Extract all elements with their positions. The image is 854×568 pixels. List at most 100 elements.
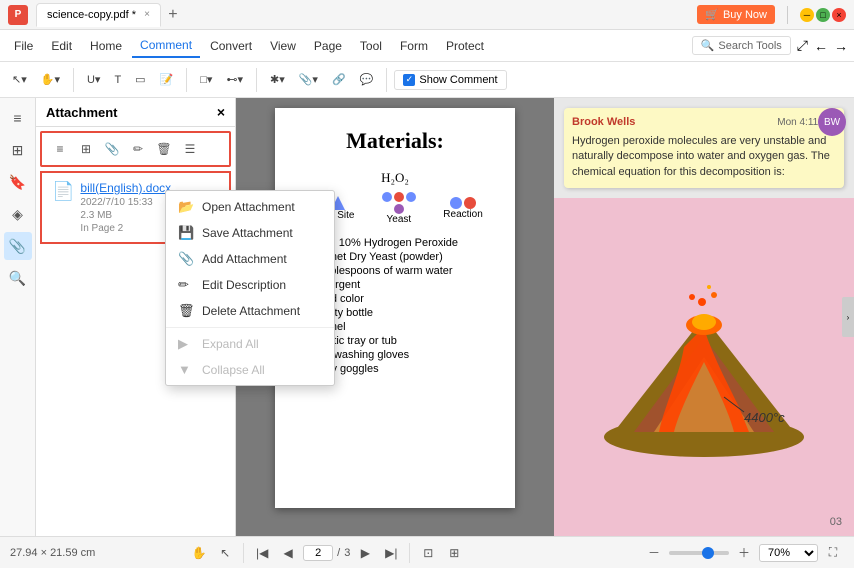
prev-page-btn[interactable]: ◀ (277, 542, 299, 564)
active-tab[interactable]: science-copy.pdf * × (36, 3, 161, 27)
ctx-open-attachment[interactable]: 📂 Open Attachment (166, 194, 334, 220)
zoom-controls: － ＋ 70% 50% 75% 100% 125% 150% ⛶ (643, 542, 844, 564)
reaction-c2 (464, 197, 476, 209)
menu-home[interactable]: Home (82, 35, 130, 57)
attachment-date: 2022/7/10 15:33 (80, 197, 171, 208)
window-controls: ─ □ × (800, 8, 846, 22)
panel-title: Attachment (46, 105, 118, 120)
ctx-edit-description[interactable]: ✏ Edit Description (166, 272, 334, 298)
page-separator: / (337, 547, 340, 559)
main-area: ≡ ⊞ 🔖 ◈ 📎 🔍 Attachment × ≡ ⊞ 📎 ✏ 🗑 ☰ 📄 b… (0, 98, 854, 536)
menu-form[interactable]: Form (392, 35, 436, 57)
particle3 (689, 294, 695, 300)
menu-file[interactable]: File (6, 35, 41, 57)
nav-controls: ✋ ↖ |◀ ◀ 2 / 3 ▶ ▶| ⊡ ⊞ (188, 542, 465, 564)
menu-tool[interactable]: Tool (352, 35, 390, 57)
panel-tool-add[interactable]: ⊞ (74, 137, 98, 161)
toolbar-group-shapes: □▾ ⊷▾ (194, 69, 249, 90)
reaction-shapes (443, 197, 482, 209)
panel-tool-edit[interactable]: ✏ (126, 137, 150, 161)
show-comment-checkbox[interactable]: ✓ (403, 74, 415, 86)
zoom-in-btn[interactable]: ＋ (733, 542, 755, 564)
comment-icon-btn[interactable]: 💬 (354, 69, 380, 90)
nav-divider2 (409, 543, 410, 563)
yeast-label: Yeast (379, 214, 419, 225)
cursor-btn[interactable]: ↖▾ (6, 69, 33, 90)
search-tools[interactable]: 🔍 Search Tools (692, 36, 791, 55)
hand-btn[interactable]: ✋▾ (35, 69, 66, 90)
particle4 (707, 285, 711, 289)
first-page-btn[interactable]: |◀ (251, 542, 273, 564)
zoom-thumb[interactable] (702, 547, 714, 559)
fullscreen-btn[interactable]: ⛶ (822, 542, 844, 564)
zoom-slider[interactable] (669, 551, 729, 555)
buy-now-button[interactable]: 🛒 Buy Now (697, 5, 775, 24)
callout-btn[interactable]: 📝 (154, 69, 180, 90)
panel-close-btn[interactable]: × (217, 104, 225, 120)
menu-convert[interactable]: Convert (202, 35, 260, 57)
sidebar-item-search[interactable]: 🔍 (4, 264, 32, 292)
menu-view[interactable]: View (262, 35, 304, 57)
app-logo: P (8, 5, 28, 25)
search-tools-label: Search Tools (718, 40, 781, 52)
show-comment-button[interactable]: ✓ Show Comment (394, 70, 506, 90)
panel-tool-more[interactable]: ☰ (178, 137, 202, 161)
titlebar-separator (787, 6, 788, 24)
tab-list: science-copy.pdf * × + (36, 3, 697, 27)
sidebar-item-attachment[interactable]: 📎 (4, 232, 32, 260)
link-btn[interactable]: 🔗 (326, 69, 352, 90)
ctx-delete-attachment[interactable]: 🗑 Delete Attachment (166, 298, 334, 324)
expand-icon[interactable]: ⤢ (797, 37, 808, 54)
next-page-btn[interactable]: ▶ (354, 542, 376, 564)
fit-width-btn[interactable]: ⊞ (443, 542, 465, 564)
add-attachment-icon: 📎 (178, 251, 194, 267)
underline-btn[interactable]: U▾ (81, 69, 106, 90)
hand-tool-btn[interactable]: ✋ (188, 542, 210, 564)
panel-toolbar: ≡ ⊞ 📎 ✏ 🗑 ☰ (40, 131, 231, 167)
forward-icon[interactable]: → (834, 38, 848, 54)
yeast-c4 (394, 204, 404, 214)
attachment-btn[interactable]: 📎▾ (293, 69, 324, 90)
page-input[interactable]: 2 (303, 545, 333, 561)
page-number: 03 (830, 516, 842, 528)
toolbar: ↖▾ ✋▾ U▾ T ▭ 📝 □▾ ⊷▾ ✱▾ 📎▾ 🔗 💬 ✓ Show Co… (0, 62, 854, 98)
back-icon[interactable]: ← (814, 38, 828, 54)
text-btn[interactable]: T (108, 70, 127, 90)
fit-page-btn[interactable]: ⊡ (417, 542, 439, 564)
new-tab-btn[interactable]: + (163, 5, 183, 25)
menu-comment[interactable]: Comment (132, 34, 200, 58)
panel-tool-attach[interactable]: 📎 (100, 137, 124, 161)
titlebar-right: 🛒 Buy Now ─ □ × (697, 5, 846, 24)
menu-protect[interactable]: Protect (438, 35, 492, 57)
shapes-btn[interactable]: □▾ (194, 69, 218, 90)
sidebar-item-comment[interactable]: ◈ (4, 200, 32, 228)
maximize-button[interactable]: □ (816, 8, 830, 22)
ctx-expand-all: ▶ Expand All (166, 331, 334, 357)
cursor-select-btn[interactable]: ↖ (214, 542, 236, 564)
attachment-page: In Page 2 (80, 223, 171, 234)
minimize-button[interactable]: ─ (800, 8, 814, 22)
particle1 (698, 298, 706, 306)
yeast-section: Yeast (379, 192, 419, 225)
ctx-save-attachment[interactable]: 💾 Save Attachment (166, 220, 334, 246)
zoom-out-btn[interactable]: － (643, 542, 665, 564)
tab-close-btn[interactable]: × (144, 9, 150, 20)
menu-page[interactable]: Page (306, 35, 350, 57)
panel-tool-list[interactable]: ≡ (48, 137, 72, 161)
measure-btn[interactable]: ⊷▾ (220, 69, 249, 90)
panel-handle[interactable]: › (842, 297, 854, 337)
zoom-select[interactable]: 70% 50% 75% 100% 125% 150% (759, 544, 818, 562)
yeast-c3 (406, 192, 416, 202)
sidebar-item-menu[interactable]: ≡ (4, 104, 32, 132)
sidebar-item-bookmark[interactable]: 🔖 (4, 168, 32, 196)
last-page-btn[interactable]: ▶| (380, 542, 402, 564)
ctx-add-attachment[interactable]: 📎 Add Attachment (166, 246, 334, 272)
sidebar-item-thumbnail[interactable]: ⊞ (4, 136, 32, 164)
textbox-btn[interactable]: ▭ (129, 69, 151, 90)
panel-tool-delete[interactable]: 🗑 (152, 137, 176, 161)
avatar: BW (818, 108, 846, 136)
menu-edit[interactable]: Edit (43, 35, 80, 57)
stamp-btn[interactable]: ✱▾ (264, 69, 291, 90)
close-button[interactable]: × (832, 8, 846, 22)
ctx-edit-label: Edit Description (202, 278, 286, 292)
